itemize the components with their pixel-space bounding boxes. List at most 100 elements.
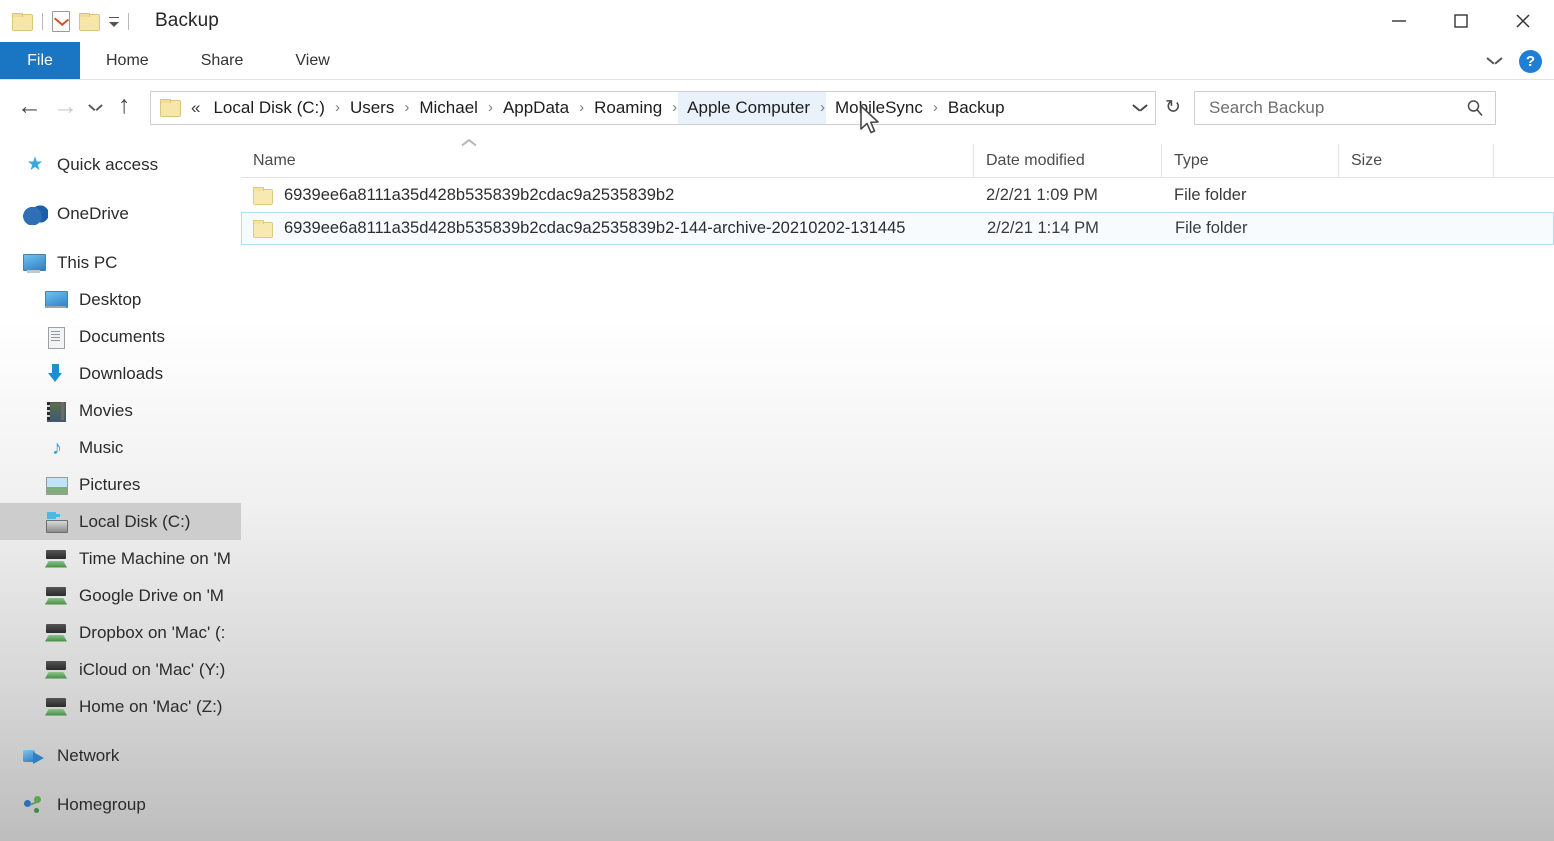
breadcrumb-item-local-disk[interactable]: Local Disk (C:) xyxy=(204,92,333,124)
breadcrumb-separator[interactable]: › xyxy=(578,92,585,124)
this-pc-icon xyxy=(22,252,48,274)
back-arrow-icon xyxy=(17,97,42,117)
minimize-button[interactable] xyxy=(1368,0,1430,42)
folder-icon[interactable] xyxy=(12,12,33,31)
sidebar-item-pictures[interactable]: Pictures xyxy=(0,466,241,503)
breadcrumb-item-appdata[interactable]: AppData xyxy=(494,92,578,124)
breadcrumb-item-michael[interactable]: Michael xyxy=(410,92,487,124)
breadcrumb-item-backup[interactable]: Backup xyxy=(939,92,1014,124)
breadcrumb-item-mobilesync[interactable]: MobileSync xyxy=(826,92,932,124)
network-drive-icon xyxy=(44,585,70,607)
column-header-date-modified[interactable]: Date modified xyxy=(974,143,1162,178)
breadcrumb-separator[interactable]: › xyxy=(932,92,939,124)
breadcrumb-item-apple-computer[interactable]: Apple Computer xyxy=(678,91,819,124)
sidebar-item-quick-access[interactable]: ★ Quick access xyxy=(0,146,241,183)
tab-home[interactable]: Home xyxy=(80,42,175,80)
chevron-down-icon xyxy=(1134,104,1146,111)
properties-icon[interactable] xyxy=(52,10,70,32)
help-icon[interactable]: ? xyxy=(1519,49,1542,73)
sidebar-item-homegroup[interactable]: Homegroup xyxy=(0,786,241,823)
folder-icon xyxy=(253,187,273,205)
sidebar-item-time-machine[interactable]: Time Machine on 'M xyxy=(0,540,241,577)
sidebar-item-movies[interactable]: Movies xyxy=(0,392,241,429)
breadcrumb-overflow[interactable]: « xyxy=(181,92,204,124)
breadcrumb-separator[interactable]: › xyxy=(487,92,494,124)
sidebar-item-onedrive[interactable]: OneDrive xyxy=(0,195,241,232)
recent-locations-button[interactable] xyxy=(82,90,108,126)
sidebar-item-label: iCloud on 'Mac' (Y:) xyxy=(79,659,226,679)
sidebar-item-icloud[interactable]: iCloud on 'Mac' (Y:) xyxy=(0,651,241,688)
sidebar-item-network[interactable]: Network xyxy=(0,737,241,774)
maximize-button[interactable] xyxy=(1430,0,1492,42)
tab-share[interactable]: Share xyxy=(175,42,270,80)
sidebar-item-home-mac[interactable]: Home on 'Mac' (Z:) xyxy=(0,688,241,725)
breadcrumb-separator[interactable]: › xyxy=(403,92,410,124)
address-folder-icon xyxy=(160,99,181,117)
sidebar-item-label: Google Drive on 'M xyxy=(79,585,224,605)
sidebar-item-label: Music xyxy=(79,437,124,457)
sidebar-item-music[interactable]: ♪ Music xyxy=(0,429,241,466)
sidebar-item-this-pc[interactable]: This PC xyxy=(0,244,241,281)
sidebar-item-label: Time Machine on 'M xyxy=(79,548,231,568)
customize-caret-icon[interactable] xyxy=(109,16,119,28)
back-button[interactable] xyxy=(10,90,46,126)
window-controls xyxy=(1368,0,1554,42)
address-dropdown-button[interactable] xyxy=(1125,92,1155,124)
homegroup-icon xyxy=(22,794,48,816)
checkmark-glyph xyxy=(53,12,70,26)
new-folder-icon[interactable] xyxy=(79,12,100,31)
sidebar-item-label: This PC xyxy=(57,252,118,272)
up-button[interactable] xyxy=(108,90,144,126)
breadcrumb-item-roaming[interactable]: Roaming xyxy=(585,92,671,124)
sidebar-item-documents[interactable]: Documents xyxy=(0,318,241,355)
breadcrumb-separator[interactable]: › xyxy=(819,91,826,124)
ribbon-divider xyxy=(0,79,1554,80)
search-icon[interactable] xyxy=(1455,98,1495,118)
search-box[interactable] xyxy=(1194,90,1496,125)
sidebar-item-dropbox[interactable]: Dropbox on 'Mac' (: xyxy=(0,614,241,651)
sidebar-item-local-disk-c[interactable]: Local Disk (C:) xyxy=(0,503,241,540)
navigation-pane[interactable]: ★ Quick access OneDrive This PC Desktop … xyxy=(0,134,241,841)
onedrive-cloud-icon xyxy=(22,202,48,225)
file-name-cell[interactable]: 6939ee6a8111a35d428b535839b2cdac9a253583… xyxy=(242,219,975,238)
file-date-cell: 2/2/21 1:14 PM xyxy=(987,219,1099,237)
search-input[interactable] xyxy=(1195,91,1455,124)
tab-file[interactable]: File xyxy=(0,42,80,80)
network-icon xyxy=(22,745,48,767)
sidebar-item-label: Homegroup xyxy=(57,794,146,814)
tab-view[interactable]: View xyxy=(269,42,355,80)
column-header-name[interactable]: Name xyxy=(241,143,974,178)
pictures-icon xyxy=(44,474,70,496)
file-name-cell[interactable]: 6939ee6a8111a35d428b535839b2cdac9a253583… xyxy=(241,186,974,205)
chevron-down-icon[interactable] xyxy=(1488,57,1501,65)
forward-arrow-icon xyxy=(53,97,78,117)
star-icon: ★ xyxy=(26,153,44,175)
local-disk-icon xyxy=(44,511,70,533)
network-drive-icon xyxy=(44,696,70,718)
table-row[interactable]: 6939ee6a8111a35d428b535839b2cdac9a253583… xyxy=(241,212,1554,245)
breadcrumb: « Local Disk (C:) › Users › Michael › Ap… xyxy=(181,91,1125,124)
breadcrumb-separator[interactable]: › xyxy=(334,92,341,124)
column-header-size[interactable]: Size xyxy=(1339,143,1494,178)
documents-icon xyxy=(44,326,70,349)
toolbar-divider-2 xyxy=(128,12,129,30)
sidebar-item-downloads[interactable]: Downloads xyxy=(0,355,241,392)
toolbar-divider xyxy=(42,12,43,30)
file-rows: 6939ee6a8111a35d428b535839b2cdac9a253583… xyxy=(241,179,1554,245)
downloads-icon xyxy=(44,363,70,385)
close-button[interactable] xyxy=(1492,0,1554,42)
table-row[interactable]: 6939ee6a8111a35d428b535839b2cdac9a253583… xyxy=(241,179,1554,212)
column-header-type[interactable]: Type xyxy=(1162,143,1339,178)
breadcrumb-item-users[interactable]: Users xyxy=(341,92,403,124)
file-name-label: 6939ee6a8111a35d428b535839b2cdac9a253583… xyxy=(284,219,906,237)
breadcrumb-separator[interactable]: › xyxy=(671,92,678,124)
refresh-button[interactable]: ↻ xyxy=(1156,90,1190,126)
sidebar-item-desktop[interactable]: Desktop xyxy=(0,281,241,318)
sidebar-item-google-drive[interactable]: Google Drive on 'M xyxy=(0,577,241,614)
column-headers: Name Date modified Type Size xyxy=(241,143,1554,178)
forward-button[interactable] xyxy=(46,90,82,126)
address-bar[interactable]: « Local Disk (C:) › Users › Michael › Ap… xyxy=(150,90,1156,125)
movies-icon xyxy=(44,400,70,422)
window-title: Backup xyxy=(155,10,219,31)
